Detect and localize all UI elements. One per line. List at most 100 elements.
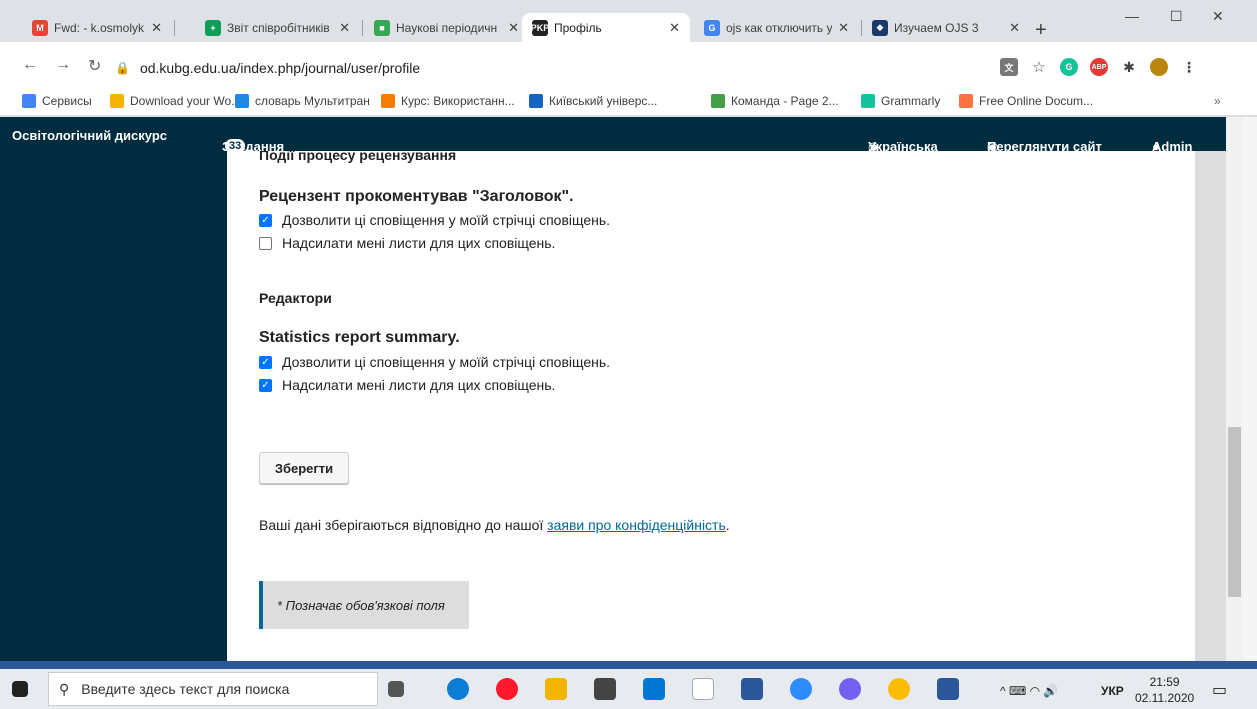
bookmark-item[interactable]: Сервисы (22, 94, 92, 108)
checkbox-unchecked[interactable] (259, 236, 272, 250)
menu-dots-icon[interactable]: ⋮ (1180, 58, 1198, 76)
bookmark-item[interactable]: Київський універс... (529, 94, 657, 108)
privacy-link[interactable]: заяви про конфіденційність (547, 517, 726, 533)
bookmark-star-icon[interactable]: ☆ (1030, 58, 1048, 76)
bookmark-label: Free Online Docum... (979, 94, 1094, 108)
windows-start-icon[interactable] (12, 681, 28, 697)
notifications-icon[interactable]: ▭ (1212, 680, 1227, 700)
calculator-icon[interactable] (741, 678, 763, 700)
main-content: Події процесу рецензування Рецензент про… (227, 151, 1195, 661)
checkbox-row[interactable]: ✓ Надсилати мені листи для цих сповіщень. (259, 377, 555, 393)
notepad-icon[interactable] (692, 678, 714, 700)
clock-date: 02.11.2020 (1135, 691, 1195, 705)
clock-time: 21:59 (1149, 675, 1180, 689)
tab-favicon-icon: + (205, 19, 221, 36)
more-bookmarks-icon[interactable]: » (1214, 94, 1221, 108)
bookmark-item[interactable]: Курс: Використанн... (381, 94, 515, 108)
bookmark-label: Сервисы (42, 94, 92, 108)
browser-tab[interactable]: ■ Наукові періодичн ✕ (364, 13, 529, 42)
close-tab-icon[interactable]: ✕ (508, 20, 519, 36)
checkbox-checked[interactable]: ✓ (259, 213, 272, 227)
browser-tab[interactable]: PKP Профіль ✕ (522, 13, 690, 42)
task-view-icon[interactable] (388, 681, 404, 697)
browser-tab[interactable]: + Звіт співробітників ✕ (195, 13, 360, 42)
checkbox-label: Дозволити ці сповіщення у моїй стрічці с… (282, 354, 611, 370)
address-bar[interactable]: 🔒 od.kubg.edu.ua/index.php/journal/user/… (115, 54, 990, 82)
input-language[interactable]: УКР (1101, 684, 1124, 698)
bookmark-item[interactable]: Download your Wo... (110, 94, 241, 108)
scrollbar[interactable] (1226, 117, 1243, 661)
reload-icon[interactable]: ↻ (88, 56, 101, 76)
translate-icon[interactable]: 文 (1000, 58, 1018, 76)
close-tab-icon[interactable]: ✕ (1009, 20, 1020, 36)
edge-icon[interactable] (447, 678, 469, 700)
close-window-button[interactable]: ✕ (1212, 8, 1224, 25)
site-name[interactable]: Освітологічний дискурс (12, 128, 167, 143)
lock-icon: 🔒 (115, 61, 130, 75)
bookmark-favicon-icon (110, 94, 124, 108)
adblock-extension-icon[interactable]: ABP (1090, 58, 1108, 76)
browser-tab[interactable]: Gojs как отключить у ✕ (694, 13, 859, 42)
back-icon[interactable]: ← (22, 56, 38, 74)
opera-icon[interactable] (496, 678, 518, 700)
minimize-button[interactable]: — (1125, 8, 1139, 24)
browser-tab[interactable]: ◆ Изучаем OJS 3 ✕ (862, 13, 1030, 42)
new-tab-button[interactable]: + (1035, 19, 1047, 42)
bookmark-favicon-icon (959, 94, 973, 108)
viber-icon[interactable] (839, 678, 861, 700)
bookmark-item[interactable]: словарь Мультитран (235, 94, 370, 108)
bookmark-label: Команда - Page 2... (731, 94, 839, 108)
mail-icon[interactable] (643, 678, 665, 700)
system-tray-icons[interactable]: ^ ⌨ ◠ 🔊 (1000, 684, 1058, 698)
checkbox-row[interactable]: Надсилати мені листи для цих сповіщень. (259, 235, 555, 251)
bookmark-item[interactable]: Команда - Page 2... (711, 94, 839, 108)
close-tab-icon[interactable]: ✕ (151, 20, 162, 36)
store-icon[interactable] (594, 678, 616, 700)
grammarly-extension-icon[interactable]: G (1060, 58, 1078, 76)
tab-separator (174, 20, 175, 36)
bookmark-favicon-icon (529, 94, 543, 108)
profile-avatar[interactable] (1150, 58, 1168, 76)
tab-title: Fwd: - k.osmolyk@k (54, 20, 145, 35)
checkbox-row[interactable]: ✓ Дозволити ці сповіщення у моїй стрічці … (259, 212, 610, 228)
required-fields-note: * Позначає обов'язкові поля (259, 581, 469, 629)
bookmark-label: Grammarly (881, 94, 941, 108)
sidebar (0, 151, 227, 661)
tab-favicon-icon: PKP (531, 19, 549, 36)
taskbar-search-input[interactable]: ⚲ Введите здесь текст для поиска (48, 672, 378, 706)
bookmark-favicon-icon (861, 94, 875, 108)
checkbox-checked[interactable]: ✓ (259, 378, 272, 392)
section-editors: Редактори (259, 290, 332, 306)
file-explorer-icon[interactable] (545, 678, 567, 700)
forward-icon[interactable]: → (55, 56, 71, 74)
privacy-suffix: . (725, 517, 730, 533)
search-icon: ⚲ (59, 680, 70, 697)
page-gutter (1195, 151, 1226, 661)
notification-title-reviewer-comment: Рецензент прокоментував "Заголовок". (259, 188, 574, 205)
clock[interactable]: 21:59 02.11.2020 (1135, 674, 1194, 706)
close-tab-icon[interactable]: ✕ (669, 20, 680, 36)
chrome-icon[interactable] (888, 678, 910, 700)
word-icon[interactable] (937, 678, 959, 700)
close-tab-icon[interactable]: ✕ (838, 20, 849, 36)
close-tab-icon[interactable]: ✕ (339, 20, 350, 36)
checkbox-row[interactable]: ✓ Дозволити ці сповіщення у моїй стрічці … (259, 354, 610, 370)
maximize-button[interactable]: ☐ (1170, 8, 1183, 25)
bookmark-favicon-icon (235, 94, 249, 108)
checkbox-label: Надсилати мені листи для цих сповіщень. (282, 377, 556, 393)
save-button[interactable]: Зберегти (259, 452, 349, 484)
privacy-prefix: Ваші дані зберігаються відповідно до наш… (259, 517, 548, 533)
scrollbar-thumb[interactable] (1228, 427, 1241, 597)
bookmark-favicon-icon (381, 94, 395, 108)
tab-title: Звіт співробітників (227, 20, 330, 35)
tab-title: Изучаем OJS 3 (894, 20, 979, 35)
bookmark-item[interactable]: Free Online Docum... (959, 94, 1093, 108)
bookmark-item[interactable]: Grammarly (861, 94, 940, 108)
tab-title: Профіль (554, 20, 602, 35)
bookmark-label: словарь Мультитран (255, 94, 370, 108)
zoom-icon[interactable] (790, 678, 812, 700)
checkbox-checked[interactable]: ✓ (259, 355, 272, 369)
background-window-strip (0, 661, 1257, 669)
extensions-icon[interactable]: ✱ (1120, 58, 1138, 76)
browser-tab[interactable]: M Fwd: - k.osmolyk@k ✕ (22, 13, 172, 42)
